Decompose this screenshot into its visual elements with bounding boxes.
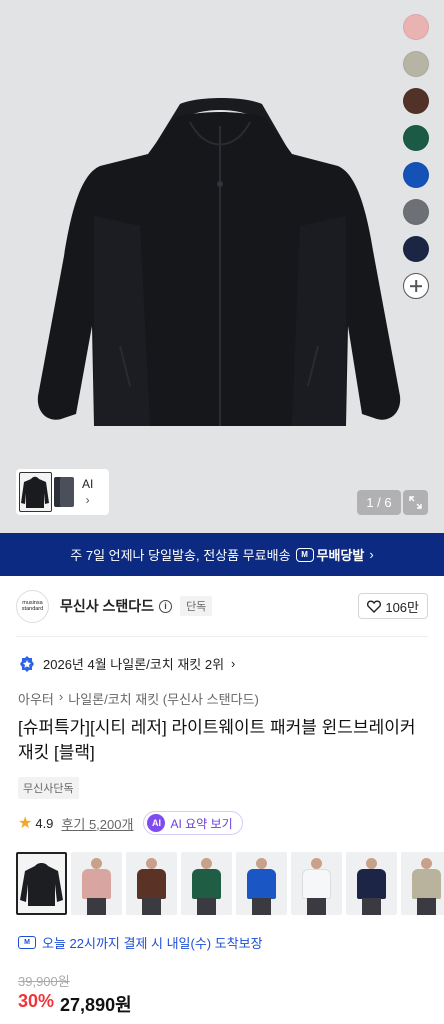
- ai-icon: AI: [147, 814, 166, 832]
- brand-name[interactable]: 무신사 스탠다드: [60, 596, 154, 616]
- page-indicator: 1 / 6: [357, 490, 401, 515]
- color-option[interactable]: [346, 852, 397, 915]
- more-colors-plus-icon[interactable]: [403, 273, 429, 299]
- delivery-text: 오늘 22시까지 결제 시 내일(수) 도착보장: [42, 936, 263, 951]
- ai-summary-button[interactable]: AI AI 요약 보기: [143, 811, 243, 835]
- color-swatch[interactable]: [403, 236, 429, 262]
- chevron-right-icon: ›: [231, 656, 236, 671]
- color-option[interactable]: [126, 852, 177, 915]
- info-icon[interactable]: i: [159, 599, 173, 613]
- color-option[interactable]: [16, 852, 67, 915]
- thumbnail-stack: [54, 472, 76, 512]
- delivery-guarantee: M 오늘 22시까지 결제 시 내일(수) 도착보장: [18, 933, 263, 952]
- like-button[interactable]: 106만: [358, 593, 428, 619]
- review-link[interactable]: 후기 5,200개: [61, 814, 133, 833]
- breadcrumb-item[interactable]: 아우터: [18, 689, 54, 708]
- heart-icon: [367, 599, 382, 613]
- product-main-image: [37, 98, 401, 426]
- color-swatch[interactable]: [403, 88, 429, 114]
- original-price: 39,900원: [18, 974, 70, 989]
- brand-row: musinsa standard 무신사 스탠다드 i 단독 106만: [16, 589, 428, 623]
- ranking-badge-icon: [20, 655, 34, 672]
- discount-rate: 30%: [18, 991, 55, 1011]
- delivery-banner[interactable]: 주 7일 언제나 당일발송, 전상품 무료배송 M 무배당발 ›: [0, 533, 444, 576]
- chevron-right-icon: ›: [85, 493, 90, 507]
- color-option[interactable]: [401, 852, 444, 915]
- exclusive-tag: 단독: [180, 596, 213, 616]
- breadcrumb: 아우터 › 나일론/코치 재킷 (무신사 스탠다드): [18, 689, 259, 708]
- product-title: [슈퍼특가][시티 레저] 라이트웨이트 패커블 윈드브레이커 재킷 [블랙]: [18, 718, 416, 762]
- color-option-list: [16, 852, 444, 915]
- product-image-gallery[interactable]: AI › 1 / 6: [0, 0, 444, 533]
- ai-summary-label: AI 요약 보기: [170, 816, 233, 831]
- color-swatch[interactable]: [403, 125, 429, 151]
- color-option[interactable]: [71, 852, 122, 915]
- ai-label: AI: [82, 477, 94, 491]
- price-row: 30% 27,890원: [18, 991, 132, 1017]
- delivery-truck-icon: M: [18, 936, 36, 949]
- ai-view-link[interactable]: AI ›: [82, 476, 93, 508]
- rating-value: 4.9: [35, 815, 54, 831]
- free-delivery-badge: M 무배당발: [295, 545, 365, 564]
- color-swatch[interactable]: [403, 162, 429, 188]
- brand-logo[interactable]: musinsa standard: [16, 589, 49, 623]
- banner-text: 주 7일 언제나 당일발송, 전상품 무료배송: [70, 548, 291, 563]
- like-count: 106만: [385, 599, 419, 615]
- image-thumbnail-card[interactable]: AI ›: [16, 469, 109, 515]
- color-option[interactable]: [291, 852, 342, 915]
- rating-row: ★ 4.9 후기 5,200개 AI AI 요약 보기: [18, 811, 243, 835]
- ranking-link[interactable]: 2026년 4월 나일론/코치 재킷 2위 ›: [18, 654, 235, 673]
- chevron-right-icon: ›: [369, 547, 374, 562]
- expand-icon[interactable]: [403, 490, 428, 515]
- chevron-right-icon: ›: [58, 689, 64, 704]
- brand-logo-text: standard: [21, 606, 44, 612]
- ranking-text: 2026년 4월 나일론/코치 재킷 2위: [43, 657, 225, 672]
- color-swatch[interactable]: [403, 199, 429, 225]
- exclusive-label: 무신사단독: [18, 777, 79, 799]
- color-swatch[interactable]: [403, 14, 429, 40]
- color-option[interactable]: [236, 852, 287, 915]
- color-swatch[interactable]: [403, 51, 429, 77]
- color-option[interactable]: [181, 852, 232, 915]
- star-icon: ★: [18, 815, 33, 832]
- color-swatch-list: [403, 14, 429, 299]
- sale-price: 27,890원: [60, 995, 132, 1015]
- breadcrumb-item[interactable]: 나일론/코치 재킷 (무신사 스탠다드): [68, 689, 259, 708]
- delivery-logo-icon: M: [295, 547, 314, 562]
- thumbnail-image: [19, 472, 52, 512]
- badge-label: 무배당발: [316, 548, 365, 563]
- divider: [16, 636, 428, 637]
